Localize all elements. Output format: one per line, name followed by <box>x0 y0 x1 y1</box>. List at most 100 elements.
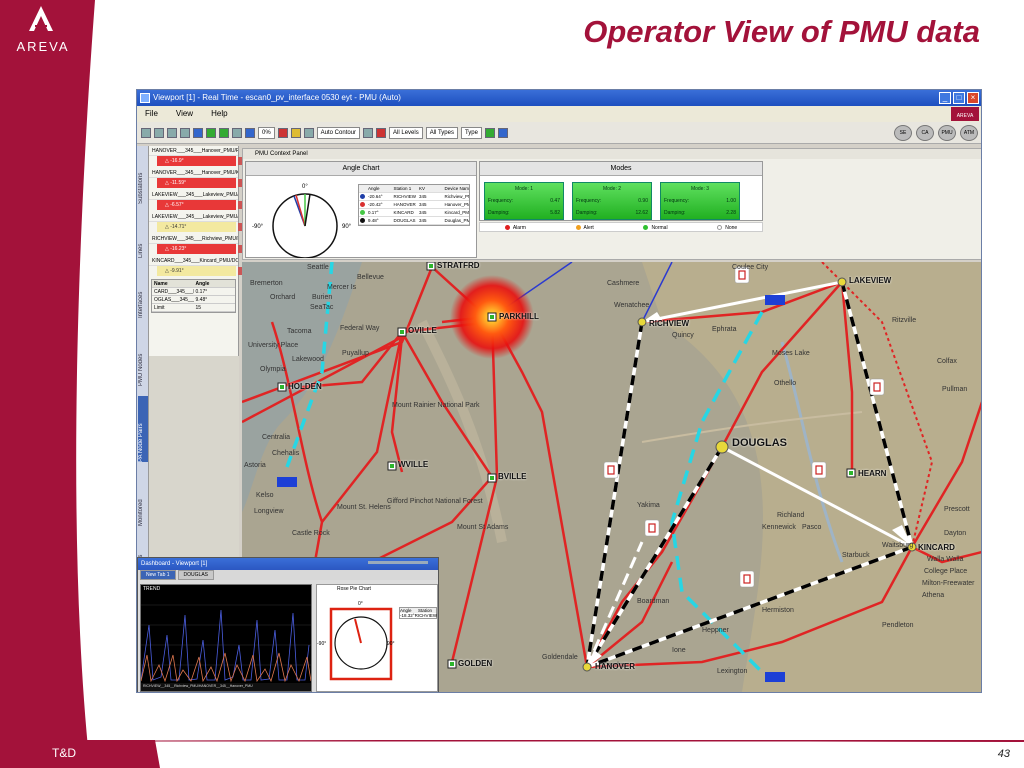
pair-angle: △ -9.91° <box>157 266 262 276</box>
forward-icon[interactable] <box>206 127 216 138</box>
zoom-level[interactable]: 0% <box>258 126 275 139</box>
trend-label: TREND <box>143 586 161 592</box>
map-place: Longview <box>254 508 284 515</box>
type-select[interactable]: Type <box>460 126 482 139</box>
substation-lakeview[interactable]: LAKEVIEW <box>849 276 891 285</box>
col-station: Station 1 <box>393 186 412 191</box>
mode-label: Mode: 3 <box>690 186 710 192</box>
pair-angle: △ -14.71° <box>157 222 262 232</box>
map-place: Lakewood <box>292 356 324 363</box>
map-place: Centralia <box>262 434 291 441</box>
map-place: Bremerton <box>250 280 283 287</box>
pmu-context-panel: PMU Context Panel Angle Chart 0° -90° 90… <box>242 148 981 260</box>
tab-douglas[interactable]: DOUGLAS <box>177 570 214 580</box>
modes-title: Modes <box>480 162 762 176</box>
tab-lines[interactable]: Lines <box>138 218 148 258</box>
substation-golden[interactable]: GOLDEN <box>458 659 492 668</box>
tab-interfaces[interactable]: Interfaces <box>138 268 148 318</box>
substation-hearn[interactable]: HEARN <box>858 469 886 478</box>
alert-icon[interactable] <box>290 127 301 138</box>
back-icon[interactable] <box>219 127 229 138</box>
tools-icon[interactable] <box>232 127 242 138</box>
ca-button[interactable]: CA <box>916 124 934 141</box>
substation-wville[interactable]: WVILLE <box>398 460 428 469</box>
map-place: Walla Walla <box>927 556 964 563</box>
tab-new-tab-1[interactable]: New Tab 1 <box>140 570 176 580</box>
mode-card[interactable]: Mode: 2 Frequency: 0.90 Damping: 12.62 <box>572 182 652 220</box>
mode-card[interactable]: Mode: 1 Frequency: 0.47 Damping: 5.82 <box>484 182 564 220</box>
levels-select[interactable]: All Levels <box>389 126 423 139</box>
map-place: Starbuck <box>842 552 870 559</box>
dial-left-label: -90° <box>317 641 326 647</box>
pmu-button[interactable]: PMU <box>938 124 956 141</box>
contour-select[interactable]: Auto Contour <box>316 126 361 139</box>
pair-name[interactable]: HANOVER___345___Hanover_PMU/RICH <box>149 146 238 156</box>
cell: RICHVIEW <box>414 613 438 618</box>
modes-panel: Modes Mode: 1 Frequency: 0.47 Damping: 5.8… <box>479 161 763 221</box>
opacity-slider[interactable] <box>368 561 428 564</box>
alarm-icon[interactable] <box>277 127 288 138</box>
types-select[interactable]: All Types <box>425 126 458 139</box>
col-kv: KV <box>419 186 426 191</box>
map-place: Kennewick <box>762 524 796 531</box>
table-row[interactable]: -20.42° HANOVER 345 Hanover_PMU <box>359 201 469 209</box>
pair-name[interactable]: HANOVER___345___Hanover_PMU/KINC <box>149 168 238 178</box>
substation-kincard[interactable]: KINCARD <box>918 543 955 552</box>
map-place: Chehalis <box>272 450 300 457</box>
substation-holden[interactable]: HOLDEN <box>288 382 322 391</box>
tab-pa-node-pairs[interactable]: PA Node Pairs <box>138 396 148 462</box>
pair-name[interactable]: LAKEVIEW___345___Lakeview_PMU/KI <box>149 190 238 200</box>
se-button[interactable]: SE <box>894 124 912 141</box>
dashboard-window: Dashboard - Viewport [1] New Tab 1 DOUGL… <box>137 557 439 692</box>
pan-icon[interactable] <box>180 127 190 138</box>
dashboard-dial: 0° -90° 90° <box>317 601 395 681</box>
table-row[interactable]: 0.17° KINCARD 345 Kincard_PMU <box>359 209 469 217</box>
minimize-button[interactable]: _ <box>939 92 951 104</box>
frequency-label: Frequency: <box>664 198 690 204</box>
print-icon[interactable] <box>141 127 151 138</box>
dashboard-titlebar[interactable]: Dashboard - Viewport [1] <box>138 558 438 570</box>
menu-file[interactable]: File <box>145 106 158 122</box>
layers-icon[interactable] <box>245 127 255 138</box>
map-place: Moses Lake <box>772 350 810 357</box>
frequency-value: 0.90 <box>638 198 648 204</box>
atm-button[interactable]: ATM <box>960 124 978 141</box>
table-row[interactable]: -20.64° RICHVIEW 345 Richview_PMU <box>359 193 469 201</box>
pair-name[interactable]: RICHVIEW___345___Richview_PMU/HA <box>149 234 238 244</box>
map-place: Pullman <box>942 386 968 393</box>
gauge-icon[interactable] <box>363 127 374 138</box>
close-button[interactable]: × <box>967 92 979 104</box>
tab-substations[interactable]: Substations <box>138 150 148 204</box>
filter-icon[interactable] <box>376 127 387 138</box>
substation-richview[interactable]: RICHVIEW <box>649 319 689 328</box>
chart-icon[interactable] <box>303 127 314 138</box>
zoom-in-icon[interactable] <box>154 127 164 138</box>
display-icon[interactable] <box>193 127 203 138</box>
menu-view[interactable]: View <box>176 106 193 122</box>
substation-oville[interactable]: OVILLE <box>408 326 437 335</box>
tab-monitored[interactable]: Monitored <box>138 476 148 526</box>
cell: 9.48° <box>195 297 208 303</box>
pair-name[interactable]: KINCARD___345___Kincard_PMU/DOUG <box>149 256 238 266</box>
cell: 0.17° <box>195 289 208 295</box>
frequency-label: Frequency: <box>576 198 602 204</box>
substation-bville[interactable]: BVILLE <box>498 472 526 481</box>
pair-angle-alarm: △ -16.23° <box>157 244 262 254</box>
window-titlebar[interactable]: Viewport [1] - Real Time - escan0_pv_int… <box>137 90 981 106</box>
zoom-out-icon[interactable] <box>167 127 177 138</box>
maximize-button[interactable]: □ <box>953 92 965 104</box>
refresh-icon[interactable] <box>484 127 495 138</box>
legend-alarm: Alarm <box>504 223 526 231</box>
menu-help[interactable]: Help <box>211 106 227 122</box>
pair-name[interactable]: LAKEVIEW___345___Lakeview_PMU/KI <box>149 212 238 222</box>
tab-pmu-nodes[interactable]: PMU Nodes <box>138 336 148 386</box>
substation-douglas[interactable]: DOUGLAS <box>732 437 787 449</box>
map-place: Ione <box>672 647 686 654</box>
substation-stratfrd[interactable]: STRATFRD <box>437 262 480 270</box>
settings-icon[interactable] <box>497 127 508 138</box>
app-window: Viewport [1] - Real Time - escan0_pv_int… <box>136 89 982 693</box>
substation-parkhill[interactable]: PARKHILL <box>499 312 539 321</box>
mode-card[interactable]: Mode: 3 Frequency: 1.00 Damping: 2.28 <box>660 182 740 220</box>
table-row[interactable]: 9.48° DOUGLAS 345 Douglas_PMU <box>359 217 469 225</box>
substation-hanover[interactable]: HANOVER <box>595 662 635 671</box>
